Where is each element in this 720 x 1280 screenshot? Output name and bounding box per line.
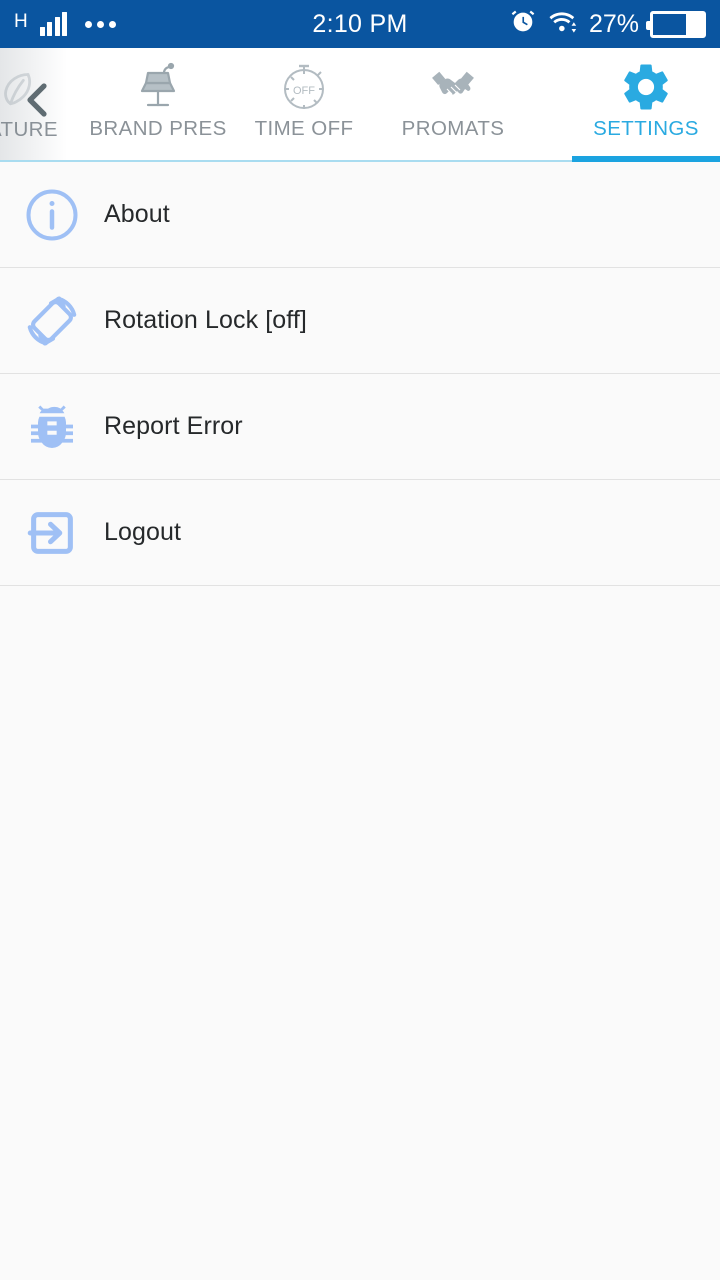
wifi-icon — [548, 8, 578, 41]
list-item-label: Report Error — [104, 412, 243, 440]
tab-label-signature: ATURE — [0, 118, 58, 141]
sidebar-item-signature[interactable]: ATURE — [0, 48, 86, 160]
tab-promats[interactable]: PROMATS — [378, 48, 528, 160]
battery-icon — [646, 10, 706, 38]
screen-rotation-icon — [0, 290, 104, 352]
tab-time-off[interactable]: OFF TIME OFF — [230, 48, 378, 160]
alarm-clock-icon — [509, 8, 537, 41]
stopwatch-off-icon: OFF — [277, 60, 331, 114]
list-item-report-error[interactable]: Report Error — [0, 374, 720, 480]
info-circle-icon — [0, 185, 104, 245]
list-item-rotation-lock[interactable]: Rotation Lock [off] — [0, 268, 720, 374]
tab-label-time-off: TIME OFF — [254, 117, 354, 140]
handshake-icon — [424, 60, 482, 114]
status-bar: H 2:10 PM 27% — [0, 0, 720, 48]
battery-percent-label: 27% — [588, 9, 639, 38]
list-item-logout[interactable]: Logout — [0, 480, 720, 586]
tab-settings[interactable]: SETTINGS — [572, 48, 720, 162]
settings-list: About Rotation Lock [off] Report Error L… — [0, 162, 720, 586]
tab-brand-pres[interactable]: BRAND PRES — [86, 48, 230, 160]
tab-bar: ATURE BRAND PRES — [0, 48, 720, 162]
tab-label-promats: PROMATS — [401, 117, 505, 140]
logout-arrow-icon — [0, 504, 104, 562]
list-item-label: Rotation Lock [off] — [104, 306, 307, 334]
tab-label-settings: SETTINGS — [593, 117, 699, 140]
tab-label-brand-pres: BRAND PRES — [89, 117, 227, 140]
podium-lectern-icon — [130, 60, 186, 114]
svg-text:OFF: OFF — [293, 85, 315, 97]
list-item-about[interactable]: About — [0, 162, 720, 268]
bug-icon — [0, 399, 104, 455]
list-item-label: Logout — [104, 518, 182, 546]
list-item-label: About — [104, 200, 170, 228]
gear-icon — [619, 60, 673, 114]
empty-content-area — [0, 586, 720, 1280]
status-bar-right: 27% — [509, 0, 706, 48]
